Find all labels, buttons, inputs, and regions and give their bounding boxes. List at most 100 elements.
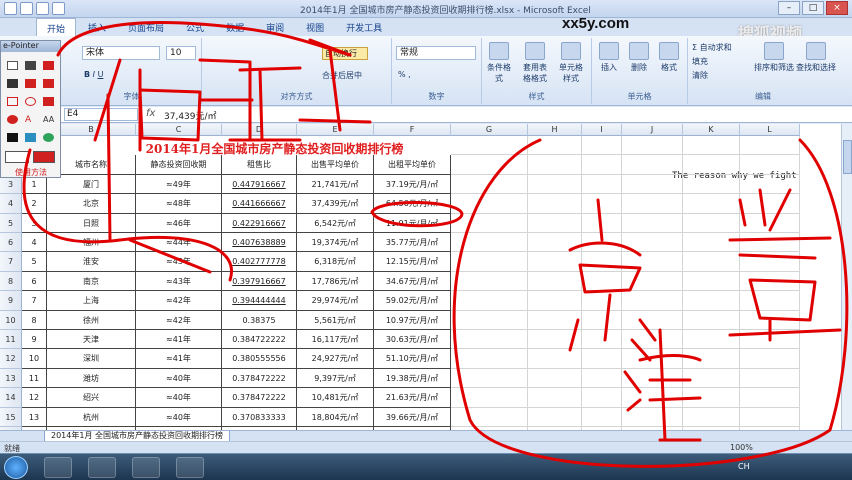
cell[interactable]: 30.63元/月/㎡ — [374, 330, 451, 350]
cell[interactable]: 0.397916667 — [222, 271, 297, 292]
cell[interactable]: 静态投资回收期 — [136, 155, 222, 175]
column-header[interactable]: L — [740, 124, 800, 136]
cell[interactable] — [740, 407, 800, 427]
cell[interactable] — [683, 136, 740, 156]
magnifier-icon[interactable] — [43, 133, 54, 142]
wrap-text-button[interactable]: 自动换行 — [322, 47, 368, 60]
cell[interactable]: 0.407638889 — [222, 233, 297, 253]
cell[interactable] — [740, 233, 800, 253]
cell[interactable] — [528, 349, 582, 369]
vertical-scrollbar[interactable] — [841, 124, 852, 430]
cell[interactable]: 9 — [22, 330, 47, 350]
column-header[interactable]: J — [622, 124, 683, 136]
cell[interactable] — [740, 310, 800, 330]
cell[interactable] — [622, 155, 683, 175]
cell[interactable]: 12.15元/月/㎡ — [374, 252, 451, 272]
cell[interactable]: 16,117元/㎡ — [297, 330, 374, 350]
cell[interactable] — [683, 233, 740, 253]
row-header[interactable]: 7 — [0, 252, 22, 272]
cell[interactable] — [683, 213, 740, 233]
cell[interactable]: ≈40年 — [136, 407, 222, 427]
insert-cells-button[interactable]: 插入 — [594, 42, 624, 73]
cell[interactable]: ≈40年 — [136, 388, 222, 408]
cell[interactable] — [528, 155, 582, 175]
cell[interactable]: 34.67元/月/㎡ — [374, 271, 451, 292]
cell[interactable] — [622, 349, 683, 369]
cell[interactable]: 37,439元/㎡ — [297, 194, 374, 214]
cell[interactable] — [622, 194, 683, 214]
close-button[interactable]: × — [826, 1, 848, 15]
cell[interactable] — [683, 310, 740, 330]
delete-cells-button[interactable]: 删除 — [624, 42, 654, 73]
row-header[interactable]: 14 — [0, 388, 22, 408]
cell[interactable] — [740, 291, 800, 311]
cell[interactable] — [451, 310, 528, 330]
cell[interactable] — [451, 194, 528, 214]
cell[interactable]: 租售比 — [222, 155, 297, 175]
fx-icon[interactable]: fx — [146, 108, 155, 119]
cell[interactable] — [740, 388, 800, 408]
explorer-icon[interactable] — [44, 457, 72, 478]
maximize-button[interactable]: □ — [802, 1, 824, 15]
column-header[interactable]: E — [297, 124, 374, 136]
screenshot-icon[interactable] — [25, 133, 36, 142]
cell[interactable] — [622, 271, 683, 292]
cell[interactable] — [683, 155, 740, 175]
cell[interactable] — [683, 174, 740, 195]
ellipse-icon[interactable] — [25, 97, 36, 106]
double-arrow-icon[interactable] — [43, 79, 54, 88]
row-header[interactable]: 5 — [0, 213, 22, 233]
cell[interactable] — [740, 194, 800, 214]
cell[interactable]: 淮安 — [47, 252, 136, 272]
cell[interactable] — [622, 174, 683, 195]
cell[interactable] — [451, 213, 528, 233]
cell[interactable] — [740, 155, 800, 175]
row-header[interactable]: 6 — [0, 233, 22, 253]
cell[interactable] — [528, 233, 582, 253]
cell[interactable]: 7 — [22, 291, 47, 311]
cell[interactable] — [528, 174, 582, 195]
cell[interactable]: 0.370833333 — [222, 407, 297, 427]
cell[interactable] — [622, 136, 683, 156]
cell[interactable] — [622, 291, 683, 311]
cell[interactable] — [582, 271, 622, 292]
cell[interactable] — [451, 233, 528, 253]
cell[interactable] — [740, 271, 800, 292]
cell[interactable]: 6 — [22, 271, 47, 292]
cell[interactable] — [683, 330, 740, 350]
font-size-combo[interactable]: 10 — [166, 46, 196, 60]
spreadsheet-grid[interactable]: 2014年1月全国城市房产静态投资回收期排行榜 The reason why w… — [0, 124, 852, 430]
tab-insert[interactable]: 插入 — [78, 18, 116, 36]
column-header[interactable]: F — [374, 124, 451, 136]
cell[interactable]: ≈49年 — [136, 174, 222, 195]
cell[interactable]: ≈41年 — [136, 330, 222, 350]
cell[interactable] — [622, 233, 683, 253]
cell[interactable]: 18,804元/㎡ — [297, 407, 374, 427]
blackboard-icon[interactable] — [7, 133, 18, 142]
cell[interactable] — [622, 310, 683, 330]
cell[interactable] — [582, 388, 622, 408]
tab-data[interactable]: 数据 — [216, 18, 254, 36]
cell[interactable] — [451, 388, 528, 408]
cell[interactable] — [740, 349, 800, 369]
cell[interactable] — [582, 194, 622, 214]
cell[interactable] — [582, 291, 622, 311]
pointer-tool-window[interactable]: e-Pointer A AA 使用方法 — [0, 40, 61, 178]
cell[interactable] — [740, 213, 800, 233]
tab-view[interactable]: 视图 — [296, 18, 334, 36]
tab-review[interactable]: 审阅 — [256, 18, 294, 36]
excel-icon[interactable] — [176, 457, 204, 478]
color-select[interactable] — [33, 151, 55, 163]
cell[interactable]: 10.97元/月/㎡ — [374, 310, 451, 330]
cell[interactable] — [683, 388, 740, 408]
fill-button[interactable]: 填充 — [692, 56, 708, 67]
row-header[interactable]: 9 — [0, 291, 22, 311]
column-header[interactable]: G — [451, 124, 528, 136]
cell[interactable] — [451, 174, 528, 195]
cell[interactable]: 深圳 — [47, 349, 136, 369]
cell-styles-button[interactable]: 单元格样式 — [556, 42, 586, 84]
cell[interactable]: 8 — [22, 310, 47, 330]
rectangle-icon[interactable] — [7, 97, 18, 106]
cell[interactable]: 2 — [22, 194, 47, 214]
cell[interactable] — [740, 330, 800, 350]
